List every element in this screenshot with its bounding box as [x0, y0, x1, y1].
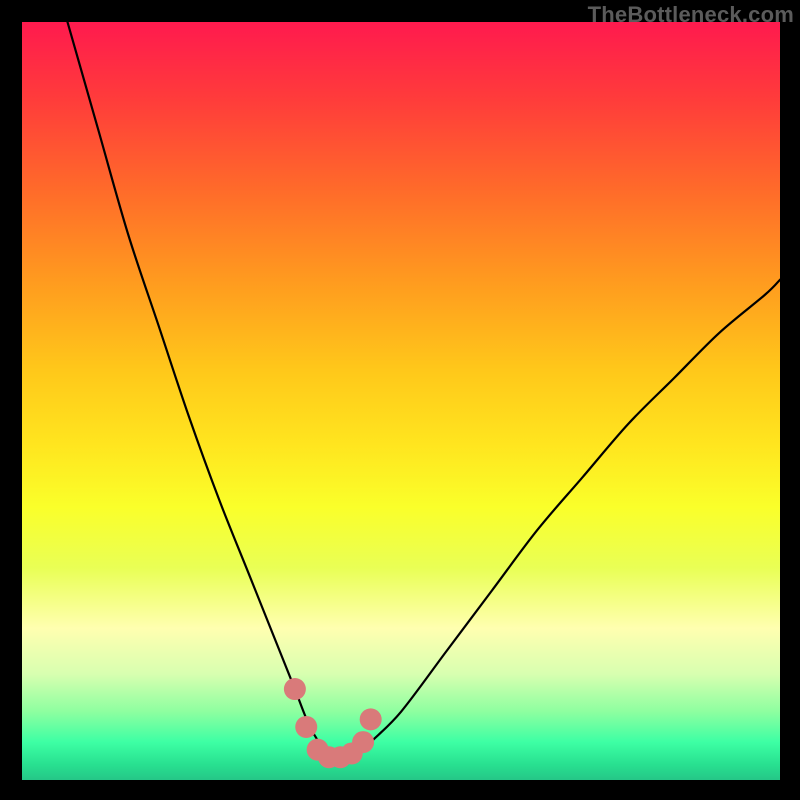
valley-dot	[284, 678, 306, 700]
watermark-text: TheBottleneck.com	[588, 2, 794, 28]
valley-dot	[360, 708, 382, 730]
valley-dot	[352, 731, 374, 753]
chart-frame: TheBottleneck.com	[0, 0, 800, 800]
valley-marker	[284, 678, 382, 768]
chart-svg	[22, 22, 780, 780]
valley-dot	[295, 716, 317, 738]
chart-plot-area	[22, 22, 780, 780]
bottleneck-curve	[67, 22, 780, 759]
